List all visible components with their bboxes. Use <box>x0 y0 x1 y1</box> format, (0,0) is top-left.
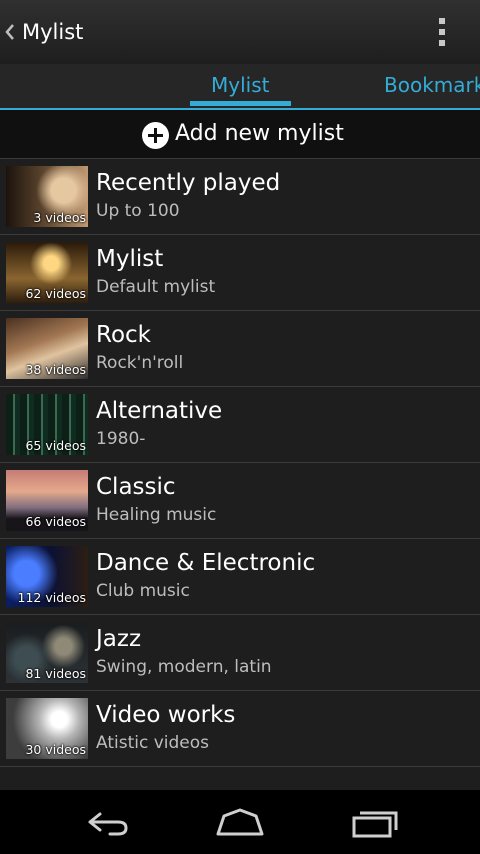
mylist-title: Alternative <box>96 398 223 424</box>
video-count: 3 videos <box>33 210 86 225</box>
mylist-title: Mylist <box>96 246 164 272</box>
list-item[interactable]: 38 videos Rock Rock'n'roll <box>0 311 480 387</box>
video-count: 66 videos <box>25 514 86 529</box>
add-circle-icon <box>142 122 169 149</box>
video-count: 38 videos <box>25 362 86 377</box>
nav-recents-icon[interactable] <box>350 804 402 840</box>
add-new-mylist-label: Add new mylist <box>175 121 344 146</box>
system-navigation-bar <box>0 790 480 854</box>
list-item[interactable]: 112 videos Dance & Electronic Club music <box>0 539 480 615</box>
tab-bar: Mylist Bookmark <box>0 64 480 110</box>
nav-home-icon[interactable] <box>214 804 266 840</box>
tab-bookmark[interactable]: Bookmark <box>384 72 480 98</box>
mylist-title: Dance & Electronic <box>96 550 316 576</box>
video-thumbnail: 30 videos <box>6 698 88 759</box>
mylist-subtitle: 1980- <box>96 429 146 449</box>
video-thumbnail: 38 videos <box>6 318 88 379</box>
list-item[interactable]: 30 videos Video works Atistic videos <box>0 691 480 767</box>
video-thumbnail: 3 videos <box>6 166 88 227</box>
mylist-subtitle: Up to 100 <box>96 201 180 221</box>
mylist-subtitle: Rock'n'roll <box>96 353 184 373</box>
mylist-subtitle: Swing, modern, latin <box>96 657 272 677</box>
page-title[interactable]: Mylist <box>22 18 83 46</box>
mylist-title: Video works <box>96 702 236 728</box>
video-thumbnail: 112 videos <box>6 546 88 607</box>
video-count: 62 videos <box>25 286 86 301</box>
mylist-title: Classic <box>96 474 176 500</box>
action-bar: Mylist <box>0 0 480 64</box>
list-item[interactable]: 81 videos Jazz Swing, modern, latin <box>0 615 480 691</box>
mylist-subtitle: Healing music <box>96 505 217 525</box>
list-item[interactable]: 66 videos Classic Healing music <box>0 463 480 539</box>
video-count: 30 videos <box>25 742 86 757</box>
mylist-list: 3 videos Recently played Up to 100 62 vi… <box>0 159 480 767</box>
overflow-menu-icon[interactable] <box>426 14 460 50</box>
add-new-mylist-button[interactable]: Add new mylist <box>0 110 480 159</box>
mylist-subtitle: Club music <box>96 581 190 601</box>
video-thumbnail: 62 videos <box>6 242 88 303</box>
mylist-subtitle: Default mylist <box>96 277 216 297</box>
tab-mylist[interactable]: Mylist <box>211 72 269 98</box>
mylist-title: Recently played <box>96 170 281 196</box>
video-thumbnail: 65 videos <box>6 394 88 455</box>
list-item[interactable]: 65 videos Alternative 1980- <box>0 387 480 463</box>
video-thumbnail: 66 videos <box>6 470 88 531</box>
video-count: 81 videos <box>25 666 86 681</box>
video-count: 112 videos <box>17 590 87 605</box>
list-item[interactable]: 62 videos Mylist Default mylist <box>0 235 480 311</box>
nav-back-icon[interactable] <box>80 804 132 840</box>
mylist-title: Rock <box>96 322 151 348</box>
active-tab-indicator <box>190 101 291 106</box>
video-count: 65 videos <box>25 438 86 453</box>
mylist-title: Jazz <box>96 626 142 652</box>
video-thumbnail: 81 videos <box>6 622 88 683</box>
list-item[interactable]: 3 videos Recently played Up to 100 <box>0 159 480 235</box>
chevron-left-icon[interactable] <box>2 17 18 47</box>
mylist-subtitle: Atistic videos <box>96 733 210 753</box>
